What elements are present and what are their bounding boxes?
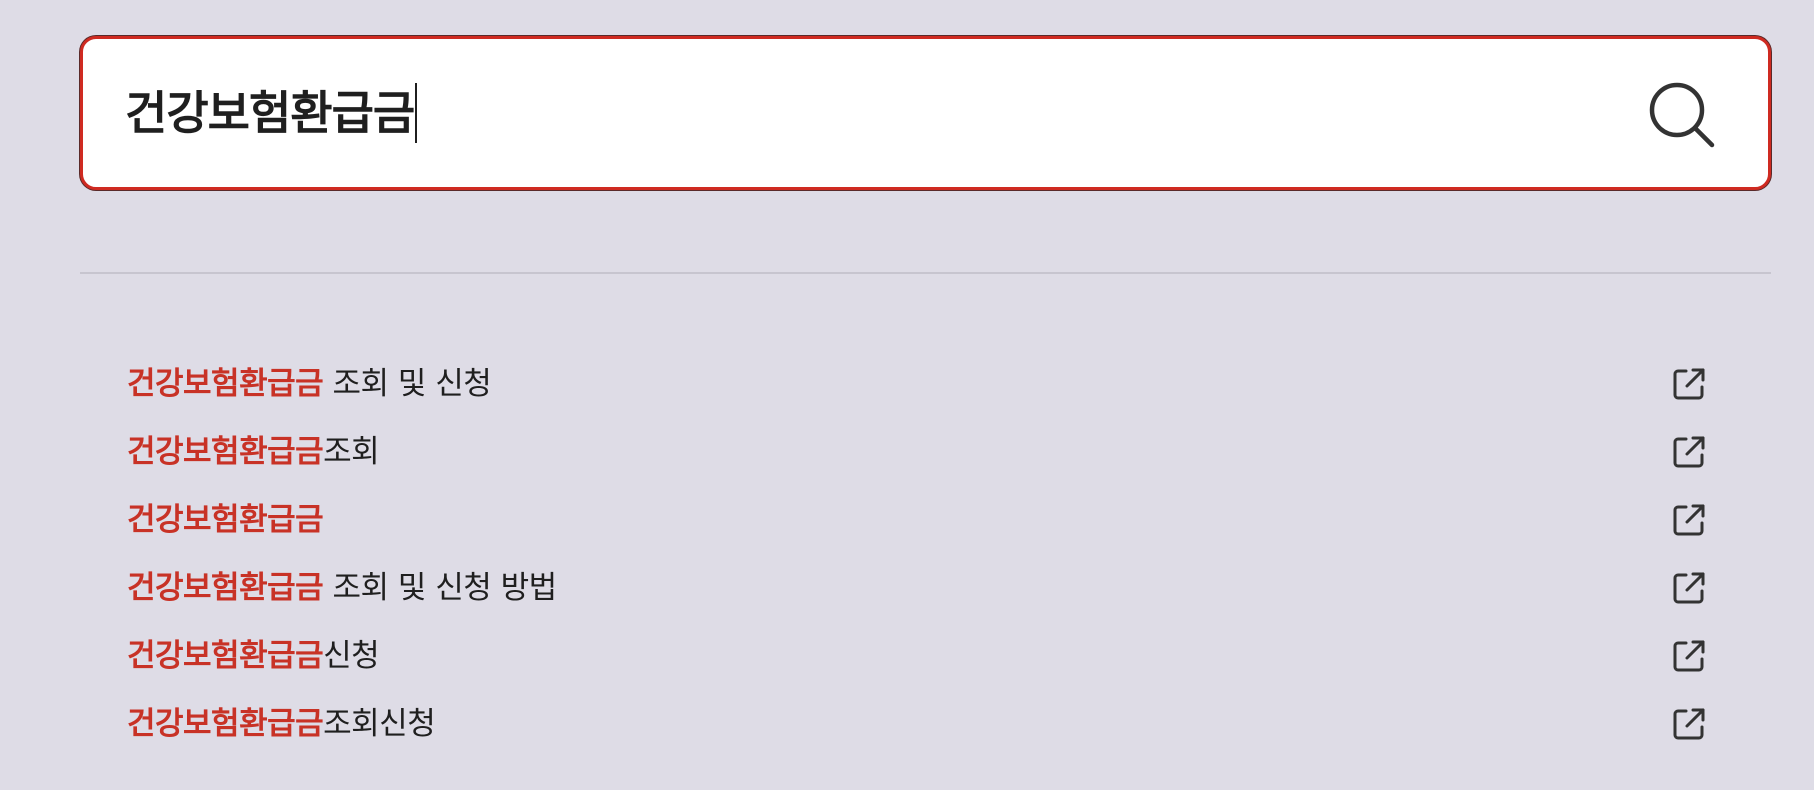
suggestion-text: 건강보험환급금 조회 및 신청 xyxy=(127,364,492,404)
external-link-icon[interactable] xyxy=(1671,706,1707,742)
external-link-icon[interactable] xyxy=(1671,366,1707,402)
suggestion-list: 건강보험환급금 조회 및 신청 건강보험환급금조회 건강보험환급금 건강보험환급… xyxy=(127,350,1707,758)
search-icon[interactable] xyxy=(1646,79,1718,151)
suggestion-highlight: 건강보험환급금 xyxy=(127,502,324,538)
suggestion-item[interactable]: 건강보험환급금조회 xyxy=(127,418,1707,486)
suggestion-highlight: 건강보험환급금 xyxy=(127,366,324,402)
suggestion-highlight: 건강보험환급금 xyxy=(127,434,324,470)
search-query-text: 건강보험환급금 xyxy=(125,86,415,140)
suggestion-rest: 조회 xyxy=(323,434,380,470)
suggestion-text: 건강보험환급금신청 xyxy=(127,636,380,676)
suggestion-item[interactable]: 건강보험환급금 조회 및 신청 xyxy=(127,350,1707,418)
suggestion-text: 건강보험환급금조회 xyxy=(127,432,380,472)
suggestion-rest: 조회 및 신청 xyxy=(323,366,492,402)
external-link-icon[interactable] xyxy=(1671,434,1707,470)
suggestion-rest: 조회 및 신청 방법 xyxy=(323,570,557,606)
external-link-icon[interactable] xyxy=(1671,502,1707,538)
text-caret xyxy=(415,83,418,143)
suggestion-highlight: 건강보험환급금 xyxy=(127,706,324,742)
suggestion-highlight: 건강보험환급금 xyxy=(127,638,324,674)
search-input[interactable]: 건강보험환급금 xyxy=(125,77,418,149)
suggestion-item[interactable]: 건강보험환급금신청 xyxy=(127,622,1707,690)
external-link-icon[interactable] xyxy=(1671,638,1707,674)
suggestion-text: 건강보험환급금조회신청 xyxy=(127,704,436,744)
suggestion-text: 건강보험환급금 조회 및 신청 방법 xyxy=(127,568,557,608)
external-link-icon[interactable] xyxy=(1671,570,1707,606)
suggestion-item[interactable]: 건강보험환급금조회신청 xyxy=(127,690,1707,758)
suggestion-item[interactable]: 건강보험환급금 xyxy=(127,486,1707,554)
divider xyxy=(80,272,1771,274)
suggestion-item[interactable]: 건강보험환급금 조회 및 신청 방법 xyxy=(127,554,1707,622)
suggestion-text: 건강보험환급금 xyxy=(127,500,324,540)
suggestion-highlight: 건강보험환급금 xyxy=(127,570,324,606)
suggestion-rest: 조회신청 xyxy=(323,706,436,742)
search-box[interactable]: 건강보험환급금 xyxy=(80,36,1771,190)
suggestion-rest: 신청 xyxy=(323,638,380,674)
